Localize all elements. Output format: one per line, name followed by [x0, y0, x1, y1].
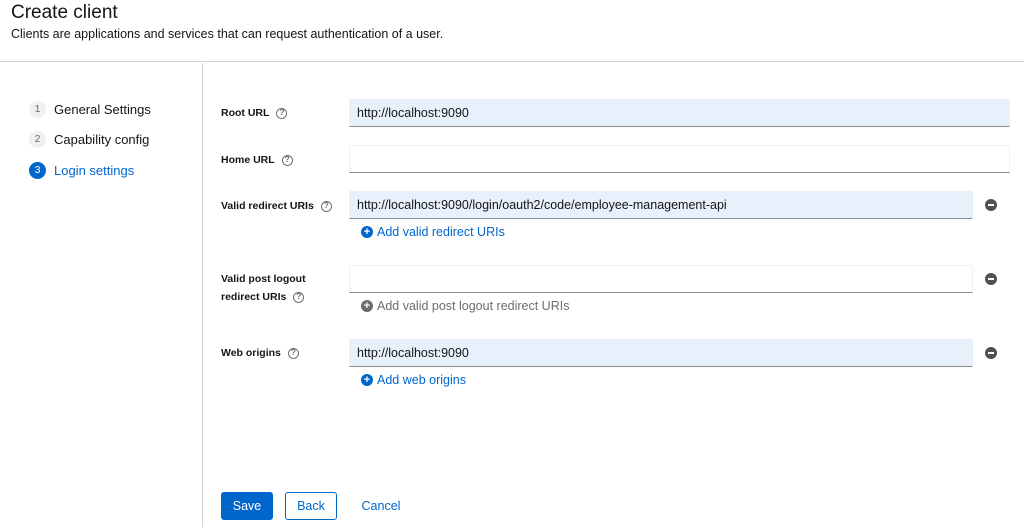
web-origins-label: Web origins ? [221, 344, 299, 362]
help-icon[interactable]: ? [287, 347, 299, 359]
save-button[interactable]: Save [221, 492, 273, 520]
step-label: Login settings [54, 162, 135, 178]
web-origin-input[interactable] [349, 339, 973, 367]
help-icon[interactable]: ? [320, 200, 332, 212]
post-logout-label-line2: redirect URIs [221, 291, 287, 303]
add-link-label: Add web origins [377, 373, 466, 387]
web-origins-label-text: Web origins [221, 347, 281, 359]
add-web-origins-button[interactable]: + Add web origins [361, 373, 466, 387]
home-url-label: Home URL ? [221, 151, 293, 169]
plus-circle-icon: + [361, 374, 373, 386]
page-header: Create client Clients are applications a… [0, 0, 1024, 62]
minus-icon [988, 204, 994, 206]
add-link-label: Add valid post logout redirect URIs [377, 299, 570, 313]
valid-redirect-uris-label-text: Valid redirect URIs [221, 200, 314, 212]
minus-icon [988, 278, 994, 280]
valid-redirect-uris-label: Valid redirect URIs ? [221, 197, 332, 215]
step-number: 1 [29, 100, 46, 118]
step-number: 2 [29, 130, 46, 148]
post-logout-label-line1: Valid post logout [221, 273, 306, 285]
home-url-label-text: Home URL [221, 154, 275, 166]
back-button[interactable]: Back [285, 492, 337, 520]
remove-post-logout-uri-button[interactable] [985, 273, 997, 285]
step-label: Capability config [54, 131, 150, 147]
help-icon[interactable]: ? [281, 154, 293, 166]
minus-icon [988, 352, 994, 354]
plus-circle-icon: + [361, 300, 373, 312]
valid-redirect-uri-input[interactable] [349, 191, 973, 219]
add-post-logout-redirect-uris-button[interactable]: + Add valid post logout redirect URIs [361, 299, 569, 313]
wizard-step-login-settings[interactable]: 3 Login settings [29, 160, 134, 180]
wizard-step-general-settings[interactable]: 1 General Settings [29, 99, 151, 119]
help-icon[interactable]: ? [293, 291, 305, 303]
root-url-label-text: Root URL [221, 107, 270, 119]
root-url-label: Root URL ? [221, 104, 288, 122]
post-logout-redirect-uris-label: Valid post logout redirect URIs ? [221, 270, 306, 306]
root-url-input[interactable] [349, 99, 1010, 127]
help-icon[interactable]: ? [276, 107, 288, 119]
step-label: General Settings [54, 101, 151, 117]
wizard-step-capability-config[interactable]: 2 Capability config [29, 129, 149, 149]
add-valid-redirect-uris-button[interactable]: + Add valid redirect URIs [361, 225, 505, 239]
home-url-input[interactable] [349, 145, 1010, 173]
step-number: 3 [29, 161, 46, 179]
plus-circle-icon: + [361, 226, 373, 238]
wizard-nav: 1 General Settings 2 Capability config 3… [0, 63, 203, 527]
post-logout-redirect-uri-input[interactable] [349, 265, 973, 293]
post-logout-label-line2-row: redirect URIs ? [221, 288, 306, 306]
page-title: Create client [11, 2, 118, 23]
page-subtitle: Clients are applications and services th… [11, 27, 444, 41]
add-link-label: Add valid redirect URIs [377, 225, 505, 239]
remove-redirect-uri-button[interactable] [985, 199, 997, 211]
cancel-button[interactable]: Cancel [353, 492, 409, 520]
remove-web-origin-button[interactable] [985, 347, 997, 359]
